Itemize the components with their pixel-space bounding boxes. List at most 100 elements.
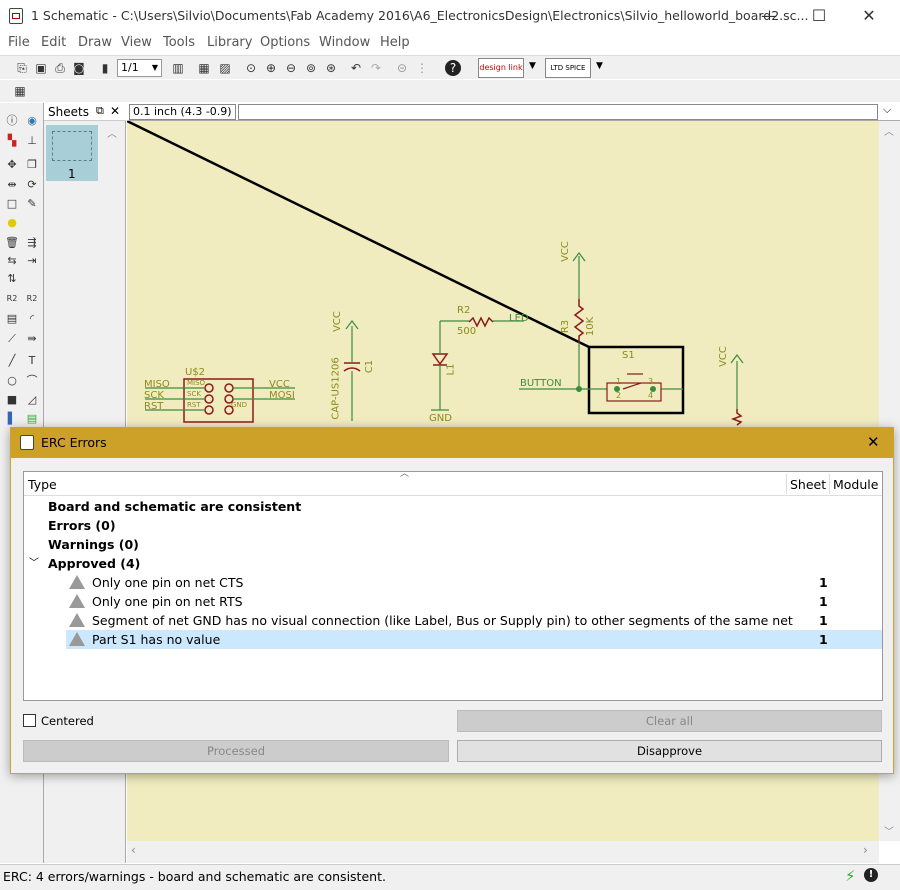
mirror-icon[interactable]: ⇹ [4, 177, 20, 193]
lightning-icon[interactable]: ⚡ [845, 867, 856, 885]
bus-icon[interactable]: ▌ [4, 411, 20, 427]
name-icon[interactable]: R2 [4, 291, 20, 307]
list-item[interactable]: Warnings (0) [24, 535, 882, 554]
list-item-selected[interactable]: Part S1 has no value 1 [66, 630, 882, 649]
miter-icon[interactable]: ◜ [24, 311, 40, 327]
polygon-icon[interactable]: ◿ [24, 392, 40, 408]
mark-icon[interactable]: ⊥ [24, 133, 40, 149]
replace-icon[interactable]: ⇆ [4, 253, 20, 269]
menu-help[interactable]: Help [380, 35, 410, 50]
rect-icon[interactable]: ■ [4, 392, 20, 408]
sheet-select[interactable]: 1/1 ▼ [117, 59, 162, 77]
move-icon[interactable]: ✥ [4, 157, 20, 173]
change-icon[interactable]: ✎ [24, 196, 40, 212]
float-icon[interactable]: ⧉ [96, 104, 104, 118]
chevron-down-icon[interactable]: ▼ [596, 61, 603, 71]
rotate-icon[interactable]: ⟳ [24, 177, 40, 193]
grid-icon[interactable]: ▦ [12, 83, 28, 99]
menu-edit[interactable]: Edit [41, 35, 66, 50]
stop-icon[interactable]: ⊝ [394, 60, 410, 76]
col-module[interactable]: Module [833, 477, 878, 492]
display-icon[interactable]: ▚ [4, 133, 20, 149]
zoom-in-icon[interactable]: ⊕ [263, 60, 279, 76]
menu-window[interactable]: Window [319, 35, 370, 50]
scroll-left-icon[interactable]: ‹ [131, 843, 136, 857]
zoom-fit-icon[interactable]: ⊙ [243, 60, 259, 76]
centered-checkbox[interactable] [23, 714, 36, 727]
zoom-redraw-icon[interactable]: ⊚ [303, 60, 319, 76]
eye-icon[interactable]: ◉ [24, 113, 40, 129]
add-icon[interactable]: ⇶ [24, 235, 40, 251]
scroll-right-icon[interactable]: › [863, 843, 868, 857]
zoom-out-icon[interactable]: ⊖ [283, 60, 299, 76]
list-item[interactable]: ﹀ Approved (4) [24, 554, 882, 573]
chevron-down-icon[interactable]: ﹀ [29, 554, 39, 573]
menu-view[interactable]: View [121, 35, 152, 50]
list-item[interactable]: Only one pin on net CTS 1 [24, 573, 882, 592]
ltspice-button[interactable]: LTD SPICE [545, 58, 591, 78]
delete-icon[interactable]: 🗑 [4, 235, 20, 251]
print-icon[interactable]: ⎙ [52, 60, 68, 76]
label-sck-pin: SCK [187, 390, 201, 398]
net-icon[interactable]: ▤ [24, 411, 40, 427]
paste-icon[interactable]: ● [4, 215, 20, 231]
stop-icon[interactable]: ! [864, 868, 878, 882]
help-icon[interactable]: ? [445, 60, 461, 76]
menu-file[interactable]: File [8, 35, 30, 50]
col-sheet[interactable]: Sheet [790, 477, 826, 492]
redo-icon[interactable]: ↷ [368, 60, 384, 76]
circle-icon[interactable]: ○ [4, 373, 20, 389]
disapprove-button[interactable]: Disapprove [457, 740, 882, 762]
command-input[interactable] [238, 104, 878, 120]
processed-button[interactable]: Processed [23, 740, 449, 762]
maximize-button[interactable]: ☐ [796, 0, 842, 32]
menu-draw[interactable]: Draw [78, 35, 112, 50]
list-item[interactable]: Board and schematic are consistent [24, 497, 882, 516]
menu-library[interactable]: Library [207, 35, 252, 50]
go-icon[interactable]: ⋮ [414, 60, 430, 76]
design-link-button[interactable]: design link [478, 58, 524, 78]
chevron-down-icon[interactable]: ▼ [529, 61, 536, 71]
minimize-button[interactable]: — [746, 0, 792, 32]
board-icon[interactable]: ▦ [196, 60, 212, 76]
split-icon[interactable]: ⟋ [4, 331, 20, 347]
zoom-select-icon[interactable]: ⊛ [323, 60, 339, 76]
pinswap-icon[interactable]: ⇅ [4, 271, 20, 287]
close-icon[interactable]: ✕ [110, 104, 120, 118]
open-icon[interactable]: ⎘ [14, 60, 30, 76]
list-item[interactable]: Segment of net GND has no visual connect… [24, 611, 882, 630]
list-item[interactable]: Only one pin on net RTS 1 [24, 592, 882, 611]
scroll-up-icon[interactable]: ︿ [884, 123, 894, 138]
menu-options[interactable]: Options [260, 35, 310, 50]
arc-icon[interactable]: ⌒ [24, 373, 40, 389]
chevron-down-icon[interactable]: ⌵ [883, 103, 891, 117]
scroll-down-icon[interactable]: ﹀ [884, 823, 894, 838]
erc-close-button[interactable]: ✕ [867, 433, 880, 451]
text-icon[interactable]: T [24, 353, 40, 369]
canvas-scrollbar-horizontal[interactable]: ‹ › [127, 841, 879, 863]
save-icon[interactable]: ▣ [33, 60, 49, 76]
menu-tools[interactable]: Tools [163, 35, 195, 50]
info-icon[interactable]: ⓘ [4, 113, 20, 129]
gate-icon[interactable]: ⇥ [24, 253, 40, 269]
pin-3: 3 [648, 377, 654, 386]
layer-icon[interactable]: ▨ [217, 60, 233, 76]
list-item[interactable]: Errors (0) [24, 516, 882, 535]
sheet-thumbnail[interactable]: 1 [46, 125, 98, 181]
copy-icon[interactable]: ❐ [24, 157, 40, 173]
col-type[interactable]: Type [28, 477, 57, 492]
secondary-toolbar: ▦ [0, 80, 900, 102]
close-button[interactable]: ✕ [846, 0, 892, 32]
wire-icon[interactable]: ╱ [4, 353, 20, 369]
value-icon[interactable]: R2 [24, 291, 40, 307]
sheet-icon[interactable]: ▮ [97, 60, 113, 76]
cam-icon[interactable]: ◙ [71, 60, 87, 76]
group-icon[interactable]: □ [4, 196, 20, 212]
invoke-icon[interactable]: ⇛ [24, 331, 40, 347]
smash-icon[interactable]: ▤ [4, 311, 20, 327]
sheet-number: 1 [68, 167, 76, 181]
label-rst-net: RST [144, 401, 164, 412]
bars-icon[interactable]: ▥ [170, 60, 186, 76]
undo-icon[interactable]: ↶ [348, 60, 364, 76]
clear-all-button[interactable]: Clear all [457, 710, 882, 732]
